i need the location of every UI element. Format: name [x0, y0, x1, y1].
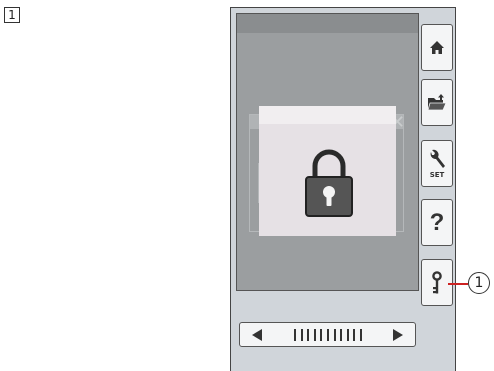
open-file-button[interactable]	[421, 79, 453, 126]
scroll-tick	[340, 329, 343, 341]
scroll-ticks	[294, 329, 362, 341]
screen-header	[237, 14, 418, 33]
settings-button[interactable]: SET	[421, 140, 453, 187]
scroll-tick	[320, 329, 323, 341]
key-icon	[432, 270, 442, 293]
scroll-tick	[294, 329, 296, 341]
scroll-tick	[300, 329, 303, 341]
arrow-right-icon[interactable]	[393, 329, 403, 341]
scroll-tick	[313, 329, 316, 341]
callout-number: 1	[468, 272, 490, 294]
scroll-tick	[359, 329, 362, 341]
home-icon	[430, 41, 444, 54]
horizontal-scrollbar[interactable]	[239, 322, 416, 347]
lock-dialog	[259, 106, 396, 236]
callout-leader-line	[448, 283, 468, 285]
settings-set-label: SET	[429, 170, 445, 179]
help-icon: ?	[429, 208, 445, 236]
lock-dialog-header	[259, 106, 396, 124]
folder-open-icon	[427, 94, 447, 111]
padlock-icon	[305, 149, 353, 217]
home-button[interactable]	[421, 24, 453, 71]
step-number-box: 1	[4, 7, 20, 23]
arrow-left-icon[interactable]	[252, 329, 262, 341]
scroll-tick	[333, 329, 336, 341]
scroll-tick	[346, 329, 349, 341]
help-button[interactable]: ?	[421, 199, 453, 246]
scroll-tick	[326, 329, 329, 341]
scroll-tick	[353, 329, 356, 341]
wrench-icon	[430, 149, 445, 168]
scroll-tick	[307, 329, 310, 341]
